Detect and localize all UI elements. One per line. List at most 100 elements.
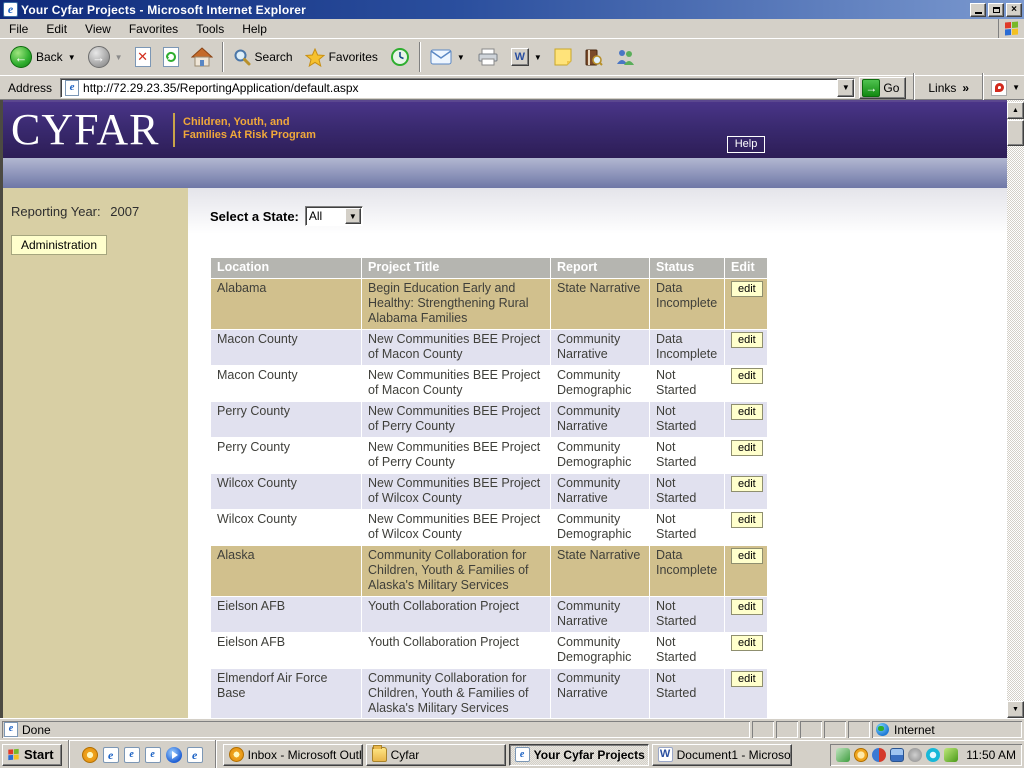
task-button-inbox-microsoft-outl[interactable]: Inbox - Microsoft Outl... — [223, 744, 363, 766]
cell-location: Elmendorf Air Force Base — [211, 669, 361, 718]
outlook-launch-icon[interactable] — [82, 747, 98, 763]
table-row: AlabamaBegin Education Early and Healthy… — [211, 279, 767, 329]
ie-document-icon[interactable]: e — [145, 747, 161, 763]
menu-bar: FileEditViewFavoritesToolsHelp — [0, 19, 1024, 38]
vertical-scrollbar[interactable]: ▲ ▼ — [1007, 100, 1024, 718]
acrobat-dropdown-caret[interactable]: ▼ — [1012, 83, 1020, 92]
stop-icon: ✕ — [135, 47, 151, 67]
address-input[interactable]: e http://72.29.23.35/ReportingApplicatio… — [60, 78, 855, 98]
stop-button[interactable]: ✕ — [129, 41, 157, 73]
scroll-up-icon[interactable]: ▲ — [1007, 102, 1024, 119]
table-row: Macon CountyNew Communities BEE Project … — [211, 366, 767, 401]
edit-button[interactable]: edit — [731, 332, 763, 348]
sidebar: Reporting Year: 2007 Administration — [3, 188, 188, 718]
cell-edit: edit — [725, 633, 767, 668]
forward-icon: → — [88, 46, 110, 68]
menu-edit[interactable]: Edit — [37, 20, 76, 38]
cell-report: Community Narrative — [551, 402, 649, 437]
quicktime-icon[interactable] — [926, 748, 940, 762]
print-button[interactable] — [471, 41, 505, 73]
edit-button[interactable]: edit — [731, 476, 763, 492]
sync-icon[interactable] — [872, 748, 886, 762]
messenger-button[interactable] — [609, 41, 641, 73]
table-row: Eielson AFBYouth Collaboration ProjectCo… — [211, 597, 767, 632]
header-accent-band — [3, 158, 1007, 188]
edit-button[interactable]: edit — [731, 368, 763, 384]
cell-edit: edit — [725, 402, 767, 437]
chevron-down-icon[interactable]: ▼ — [345, 208, 361, 224]
internet-explorer-icon[interactable]: e — [187, 747, 203, 763]
administration-button[interactable]: Administration — [11, 235, 107, 255]
display-icon[interactable] — [944, 748, 958, 762]
task-button-document1-microsoft[interactable]: WDocument1 - Microsoft... — [652, 744, 792, 766]
edit-button[interactable]: edit — [731, 440, 763, 456]
close-button[interactable]: × — [1006, 3, 1022, 17]
edit-button[interactable]: edit — [731, 281, 763, 297]
research-button[interactable] — [578, 41, 609, 73]
menu-tools[interactable]: Tools — [187, 20, 233, 38]
mail-button[interactable]: ▼ — [424, 41, 471, 73]
network-icon[interactable] — [890, 748, 904, 762]
help-button[interactable]: Help — [727, 136, 765, 153]
address-label: Address — [4, 81, 56, 95]
cell-status: Data Incomplete — [650, 279, 724, 329]
cell-edit: edit — [725, 330, 767, 365]
status-text: Done — [22, 723, 51, 737]
history-button[interactable] — [384, 41, 416, 73]
edit-button[interactable]: edit — [731, 404, 763, 420]
table-row: Elmendorf Air Force BaseCommunity Collab… — [211, 669, 767, 718]
links-chevron[interactable]: » — [962, 81, 969, 95]
task-button-cyfar[interactable]: Cyfar — [366, 744, 506, 766]
menu-file[interactable]: File — [0, 20, 37, 38]
cell-project-title: Community Collaboration for Children, Yo… — [362, 546, 550, 596]
minimize-button[interactable] — [970, 3, 986, 17]
adobe-acrobat-icon[interactable] — [991, 80, 1007, 96]
restore-button[interactable] — [988, 3, 1004, 17]
back-button[interactable]: ← Back ▼ — [4, 41, 82, 73]
home-icon — [191, 47, 213, 67]
edit-button[interactable]: edit — [731, 635, 763, 651]
start-button[interactable]: Start — [2, 744, 62, 766]
task-button-your-cyfar-projects[interactable]: eYour Cyfar Projects ... — [509, 744, 649, 766]
cell-edit: edit — [725, 510, 767, 545]
cell-edit: edit — [725, 279, 767, 329]
clock-icon[interactable] — [854, 748, 868, 762]
cell-location: Eielson AFB — [211, 633, 361, 668]
column-header-project-title: Project Title — [362, 258, 550, 278]
scroll-down-icon[interactable]: ▼ — [1007, 701, 1024, 718]
home-button[interactable] — [185, 41, 219, 73]
forward-button[interactable]: → ▼ — [82, 41, 129, 73]
site-header: CYFAR Children, Youth, and Families At R… — [3, 100, 1007, 158]
favorites-button[interactable]: Favorites — [299, 41, 384, 73]
discuss-note-button[interactable] — [548, 41, 578, 73]
ie-channels-icon[interactable]: e — [103, 747, 119, 763]
media-player-icon[interactable] — [166, 747, 182, 763]
menu-favorites[interactable]: Favorites — [120, 20, 187, 38]
antivirus-icon[interactable] — [836, 748, 850, 762]
cell-status: Not Started — [650, 438, 724, 473]
browser-toolbar: ← Back ▼ → ▼ ✕ — [0, 38, 1024, 75]
go-button[interactable]: → Go — [859, 77, 906, 99]
ie-document-icon[interactable]: e — [124, 747, 140, 763]
links-label[interactable]: Links — [928, 81, 956, 95]
taskbar: Start eeee Inbox - Microsoft Outl...Cyfa… — [0, 740, 1024, 768]
volume-icon[interactable] — [908, 748, 922, 762]
edit-button[interactable]: edit — [731, 548, 763, 564]
search-button[interactable]: Search — [227, 41, 299, 73]
scrollbar-thumb[interactable] — [1007, 120, 1024, 146]
state-select[interactable]: All ▼ — [305, 206, 363, 226]
edit-button[interactable]: edit — [731, 671, 763, 687]
menu-view[interactable]: View — [76, 20, 120, 38]
edit-button[interactable]: edit — [731, 512, 763, 528]
edit-with-word-button[interactable]: W ▼ — [505, 41, 548, 73]
projects-table-body: AlabamaBegin Education Early and Healthy… — [211, 279, 767, 718]
cell-status: Data Incomplete — [650, 330, 724, 365]
menu-help[interactable]: Help — [233, 20, 276, 38]
edit-button[interactable]: edit — [731, 599, 763, 615]
cell-project-title: New Communities BEE Project of Perry Cou… — [362, 438, 550, 473]
cell-report: Community Demographic — [551, 633, 649, 668]
favorites-star-icon — [305, 48, 325, 67]
address-dropdown-button[interactable]: ▼ — [837, 79, 854, 97]
cell-project-title: Community Collaboration for Children, Yo… — [362, 669, 550, 718]
refresh-button[interactable] — [157, 41, 185, 73]
